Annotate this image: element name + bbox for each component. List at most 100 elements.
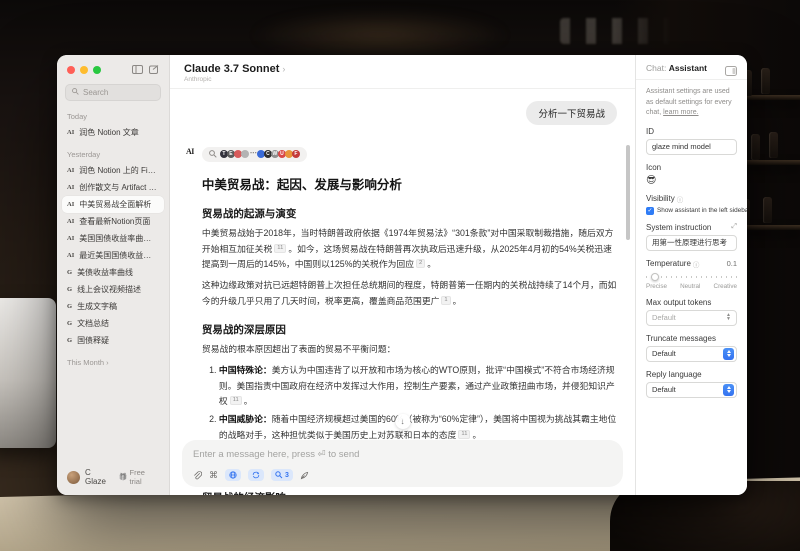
paragraph: 这种边缘政策对抗已远超特朗普上次担任总统期间的程度，特朗普第一任期内的关税战持续… — [202, 278, 619, 309]
sidebar-item[interactable]: AI最近美国国债收益率曲线检... — [62, 247, 164, 264]
extended-thinking-toggle[interactable] — [248, 469, 264, 481]
system-instruction-label: System instruction⤢ — [646, 223, 737, 232]
trial-badge[interactable]: 🎁Free trial — [119, 468, 159, 486]
source-favicon[interactable] — [241, 150, 249, 158]
sidebar-item-label: 查看最新Notion页面 — [79, 216, 150, 227]
model-provider: Anthropic — [184, 76, 621, 83]
sidebar-item[interactable]: G文档总结 — [62, 315, 164, 332]
citation-badge[interactable]: 11 — [230, 396, 242, 405]
avatar[interactable] — [67, 471, 80, 484]
visibility-checkbox-row[interactable]: ✓ Show assistant in the left sidebar — [646, 207, 737, 215]
citation-badge[interactable]: 1 — [441, 296, 450, 305]
sidebar-item-label: 中美贸易战全面解析 — [79, 199, 151, 210]
toggle-right-panel-icon[interactable] — [725, 63, 737, 81]
toggle-sidebar-icon[interactable] — [132, 65, 143, 74]
truncate-label: Truncate messages — [646, 334, 737, 343]
id-input[interactable]: glaze mind model — [646, 139, 737, 155]
quill-icon[interactable] — [300, 471, 309, 480]
bottle — [769, 132, 778, 158]
zoom-button[interactable] — [93, 66, 101, 74]
temperature-value: 0.1 — [727, 259, 737, 268]
checkbox-checked-icon[interactable]: ✓ — [646, 207, 654, 215]
list-item: 中国特殊论：美方认为中国违背了以开放和市场为核心的WTO原则，批评“中国模式”不… — [219, 363, 619, 410]
slider-thumb[interactable] — [651, 273, 659, 281]
chat-scroll-area[interactable]: 分析一下贸易战 AI TE⋯CWUF 中美贸易战：起因、发展与影响分析 贸易战的… — [170, 89, 635, 495]
info-icon: ⓘ — [677, 194, 684, 204]
message-composer[interactable]: Enter a message here, press ⏎ to send ⌘ … — [182, 440, 623, 487]
command-icon[interactable]: ⌘ — [209, 470, 218, 481]
paragraph: 贸易战的根本原因超出了表面的贸易不平衡问题： — [202, 342, 619, 358]
select-arrows-icon — [723, 348, 734, 360]
attach-icon[interactable] — [193, 471, 202, 480]
truncate-select[interactable]: Default — [646, 346, 737, 362]
app-window: Search Today AI 润色 Notion 文章 Yesterday AI 润色 … — [57, 55, 747, 495]
expand-icon[interactable]: ⤢ — [731, 223, 737, 231]
search-count-badge[interactable]: 3 — [271, 469, 293, 481]
select-arrows-icon — [723, 384, 734, 396]
chevron-right-icon: › — [106, 358, 109, 367]
reply-language-select[interactable]: Default — [646, 382, 737, 398]
sidebar-item[interactable]: AI美国国债收益率曲线分析 — [62, 230, 164, 247]
message-title: 中美贸易战：起因、发展与影响分析 — [202, 174, 619, 193]
sidebar-item-label: 美债收益率曲线 — [77, 267, 133, 278]
paragraph: 中美贸易战始于2018年，当时特朗普政府依据《1974年贸易法》“301条款”对… — [202, 226, 619, 273]
sidebar-section-this-month[interactable]: This Month › — [67, 358, 159, 367]
sidebar-item-label: 润色 Notion 文章 — [79, 127, 139, 138]
web-search-toggle[interactable] — [225, 469, 241, 481]
search-input[interactable]: Search — [65, 84, 161, 101]
sidebar-item[interactable]: AI 润色 Notion 文章 — [62, 124, 164, 141]
system-instruction-input[interactable]: 用第一性原理进行思考 — [646, 235, 737, 251]
max-tokens-stepper[interactable]: Default ▲▼ — [646, 310, 737, 326]
claude-icon: AI — [67, 184, 74, 191]
list-item: 中国威胁论：随着中国经济规模超过美国的60%（被称为“60%定律”），美国将中国… — [219, 412, 619, 443]
chevron-down-icon: › — [282, 64, 285, 74]
reply-language-label: Reply language — [646, 370, 737, 379]
scrollbar-thumb[interactable] — [626, 145, 630, 240]
sidebar-item[interactable]: AI查看最新Notion页面 — [62, 213, 164, 230]
sidebar-item[interactable]: AI创作散文与 Artifact 展示 — [62, 179, 164, 196]
scroll-to-bottom-button[interactable]: ↓ — [395, 414, 410, 429]
web-sources-chip[interactable]: TE⋯CWUF — [202, 147, 307, 162]
close-button[interactable] — [67, 66, 75, 74]
sidebar-item[interactable]: G 生成文字稿 — [62, 298, 164, 315]
composer-placeholder: Enter a message here, press ⏎ to send — [193, 449, 612, 460]
gemini-icon: G — [67, 303, 72, 310]
assistant-settings-panel: Chat: Assistant Assistant settings are u… — [635, 55, 747, 495]
minimize-button[interactable] — [80, 66, 88, 74]
icon-label: Icon — [646, 163, 737, 172]
assistant-emoji-icon[interactable]: 😎 — [646, 175, 737, 186]
new-chat-icon[interactable] — [149, 65, 159, 74]
sidebar-item[interactable]: AI中美贸易战全面解析 — [62, 196, 164, 213]
gemini-icon: G — [67, 320, 72, 327]
sidebar-item-label: 生成文字稿 — [77, 301, 117, 312]
max-tokens-label: Max output tokens — [646, 298, 737, 307]
sidebar-item[interactable]: G美债收益率曲线 — [62, 264, 164, 281]
sidebar-item[interactable]: G线上会议视频描述 — [62, 281, 164, 298]
citation-badge[interactable]: 11 — [458, 430, 470, 439]
model-selector[interactable]: Claude 3.7 Sonnet › — [184, 63, 621, 75]
espresso-machine — [0, 298, 56, 448]
id-label: ID — [646, 127, 737, 136]
sidebar-section-label: Today — [67, 112, 159, 121]
sidebar-item-label: 润色 Notion 上的 Fia 文章 — [79, 165, 159, 176]
sidebar-item[interactable]: AI 润色 Notion 上的 Fia 文章 — [62, 162, 164, 179]
temperature-slider[interactable] — [646, 272, 737, 282]
claude-icon: AI — [67, 167, 74, 174]
section-heading: 贸易战的深层原因 — [202, 322, 619, 337]
citation-badge[interactable]: 2 — [416, 259, 425, 268]
source-favicon[interactable]: F — [292, 150, 300, 158]
sidebar-section-label: Yesterday — [67, 150, 159, 159]
claude-icon: AI — [67, 129, 74, 136]
temperature-label-row: Temperatureⓘ 0.1 — [646, 259, 737, 269]
main-chat-area: Claude 3.7 Sonnet › Anthropic 分析一下贸易战 AI… — [170, 55, 635, 495]
learn-more-link[interactable]: learn more. — [663, 109, 698, 116]
gemini-icon: G — [67, 286, 72, 293]
sidebar-item[interactable]: G国债释疑 — [62, 332, 164, 349]
source-favicon[interactable]: ⋯ — [250, 150, 257, 158]
source-favicons: TE⋯CWUF — [221, 150, 300, 158]
stepper-arrows-icon[interactable]: ▲▼ — [726, 314, 731, 321]
search-icon — [72, 88, 79, 97]
citation-badge[interactable]: 11 — [274, 244, 286, 253]
visibility-label: Visibilityⓘ — [646, 194, 737, 204]
info-icon: ⓘ — [693, 259, 700, 269]
